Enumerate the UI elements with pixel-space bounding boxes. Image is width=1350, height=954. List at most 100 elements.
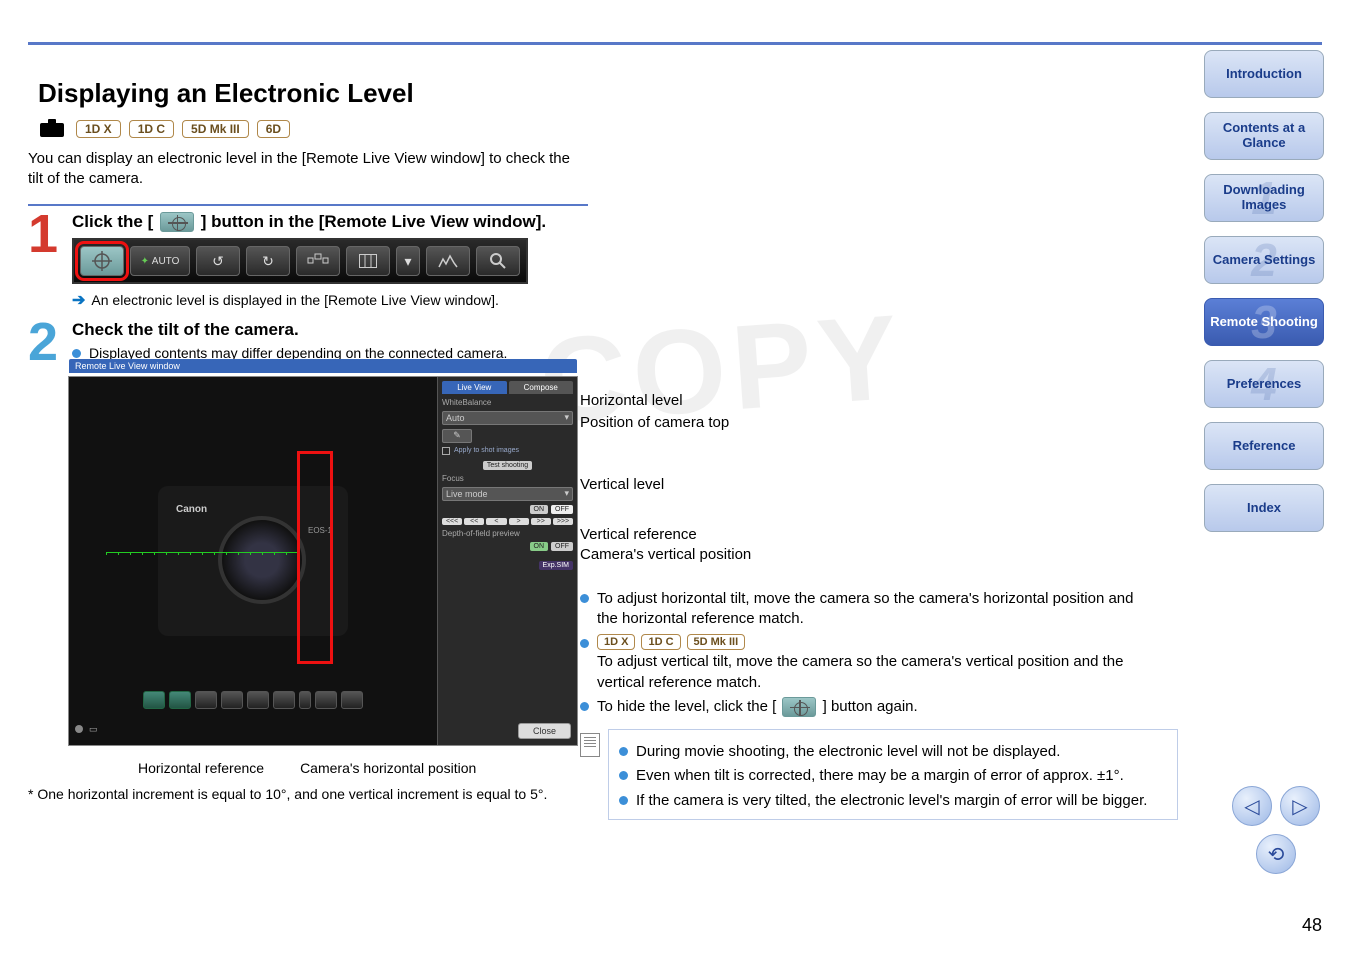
- step-divider: [28, 204, 588, 206]
- auto-button[interactable]: ✦ AUTO: [130, 246, 190, 276]
- arrow-icon: ➔: [72, 290, 85, 310]
- horizontal-level-scale: [106, 543, 297, 563]
- wb-eyedropper[interactable]: ✎: [442, 429, 472, 443]
- bullet-icon: [580, 594, 589, 603]
- nav-index[interactable]: Index: [1204, 484, 1324, 532]
- callout-v-level: Vertical level: [580, 476, 664, 493]
- rotate-cw-button[interactable]: ↻: [246, 246, 290, 276]
- bb-rotate-ccw[interactable]: [195, 691, 217, 709]
- side-nav: Introduction Contents at a Glance 1Downl…: [1204, 50, 1324, 532]
- page-title: Displaying an Electronic Level: [38, 78, 1158, 109]
- grid-button[interactable]: [346, 246, 390, 276]
- bb-grid[interactable]: [273, 691, 295, 709]
- focus-mode-select[interactable]: Live mode▾: [442, 487, 573, 501]
- bb-level[interactable]: [143, 691, 165, 709]
- bullet-icon: [580, 639, 589, 648]
- prev-page-button[interactable]: ◁: [1232, 786, 1272, 826]
- level-icon: [782, 697, 816, 717]
- note-icon: [580, 733, 600, 757]
- tab-compose[interactable]: Compose: [509, 381, 574, 394]
- tip-3-after: ] button again.: [823, 698, 918, 715]
- next-page-button[interactable]: ▷: [1280, 786, 1320, 826]
- focus-step-nav[interactable]: <<<<<<>>>>>>: [442, 518, 573, 525]
- callout-v-ref: Vertical reference: [580, 526, 697, 543]
- tab-live-view[interactable]: Live View: [442, 381, 507, 394]
- page-number: 48: [1302, 915, 1322, 936]
- nav-introduction[interactable]: Introduction: [1204, 50, 1324, 98]
- camera-icon: [38, 119, 68, 139]
- note-2: Even when tilt is corrected, there may b…: [636, 766, 1124, 786]
- window-title: Remote Live View window: [75, 361, 180, 371]
- tip-badge-5dmk3: 5D Mk III: [687, 634, 746, 651]
- camera-brand: Canon: [176, 504, 207, 515]
- bottom-toolbar: [69, 689, 437, 711]
- nav-contents[interactable]: Contents at a Glance: [1204, 112, 1324, 160]
- note-1: During movie shooting, the electronic le…: [636, 742, 1060, 762]
- step-1-result: ➔ An electronic level is displayed in th…: [72, 290, 628, 310]
- page-top-rule: [28, 42, 1322, 45]
- tip-badge-1dc: 1D C: [641, 634, 680, 651]
- histogram-button[interactable]: [426, 246, 470, 276]
- note-3: If the camera is very tilted, the electr…: [636, 791, 1147, 811]
- step-number-1: 1: [28, 212, 64, 311]
- side-panel: Live View Compose WhiteBalance Auto▾ ✎ A…: [437, 377, 577, 745]
- callout-h-level: Horizontal level: [580, 392, 683, 409]
- bb-awb[interactable]: [169, 691, 191, 709]
- wb-label: WhiteBalance: [442, 398, 573, 407]
- caption-cam-h-pos: Camera's horizontal position: [300, 760, 476, 778]
- exp-sim-badge: Exp.SIM: [539, 561, 573, 570]
- nav-remote-shooting[interactable]: 3Remote Shooting: [1204, 298, 1324, 346]
- electronic-level-button[interactable]: [80, 246, 124, 276]
- bullet-icon: [619, 747, 628, 756]
- tip-3-before: To hide the level, click the [: [597, 698, 776, 715]
- camera-badge-1dc: 1D C: [129, 120, 174, 138]
- intro-text: You can display an electronic level in t…: [28, 149, 588, 190]
- tip-2-group: 1D X 1D C 5D Mk III To adjust vertical t…: [597, 634, 1150, 693]
- callout-cam-v-pos: Camera's vertical position: [580, 546, 751, 563]
- nav-downloading[interactable]: 1Downloading Images: [1204, 174, 1324, 222]
- nav-preferences[interactable]: 4Preferences: [1204, 360, 1324, 408]
- wb-select[interactable]: Auto▾: [442, 411, 573, 425]
- page-nav: ◁ ▷ ⟲: [1232, 786, 1320, 874]
- rotate-ccw-button[interactable]: ↺: [196, 246, 240, 276]
- grid-dropdown[interactable]: ▾: [396, 246, 420, 276]
- apply-label: Apply to shot images: [454, 447, 519, 454]
- close-button[interactable]: Close: [518, 723, 571, 739]
- back-button[interactable]: ⟲: [1256, 834, 1296, 874]
- tip-3: To hide the level, click the [ ] button …: [597, 697, 918, 717]
- step-1: 1 Click the [ ] button in the [Remote Li…: [28, 212, 628, 311]
- bb-aspect[interactable]: [247, 691, 269, 709]
- camera-badge-6d: 6D: [257, 120, 290, 138]
- bullet-icon: [72, 349, 81, 358]
- bb-rotate-cw[interactable]: [221, 691, 243, 709]
- tip-1: To adjust horizontal tilt, move the came…: [597, 589, 1150, 630]
- card-icon: ▭: [89, 724, 98, 735]
- bb-zoom[interactable]: [341, 691, 363, 709]
- focus-off[interactable]: OFF: [551, 505, 573, 514]
- applicable-cameras: 1D X 1D C 5D Mk III 6D: [38, 119, 1158, 139]
- bb-hist[interactable]: [315, 691, 337, 709]
- aspect-button[interactable]: [296, 246, 340, 276]
- step-1-title-after: ] button in the [Remote Live View window…: [201, 212, 546, 231]
- increment-footnote: * One horizontal increment is equal to 1…: [28, 785, 598, 804]
- dof-off[interactable]: OFF: [551, 542, 573, 551]
- nav-camera-settings[interactable]: 2Camera Settings: [1204, 236, 1324, 284]
- test-shooting-button[interactable]: Test shooting: [483, 461, 532, 470]
- apply-checkbox[interactable]: [442, 447, 450, 455]
- live-view-toolbar: ✦ AUTO ↺ ↻ ▾: [72, 238, 528, 284]
- callout-cam-top: Position of camera top: [580, 414, 729, 431]
- dof-label: Depth-of-field preview: [442, 529, 573, 538]
- window-titlebar: Remote Live View window: [69, 359, 577, 373]
- dof-on[interactable]: ON: [530, 542, 549, 551]
- notes-box: During movie shooting, the electronic le…: [608, 729, 1178, 820]
- nav-reference[interactable]: Reference: [1204, 422, 1324, 470]
- vertical-level-highlight: [297, 451, 333, 664]
- bb-grid-dd[interactable]: [299, 691, 311, 709]
- tip-2: To adjust vertical tilt, move the camera…: [597, 653, 1123, 690]
- step-1-title: Click the [ ] button in the [Remote Live…: [72, 212, 628, 233]
- focus-on[interactable]: ON: [530, 505, 549, 514]
- zoom-button[interactable]: [476, 246, 520, 276]
- tips-section: To adjust horizontal tilt, move the came…: [580, 585, 1150, 820]
- step-2-title: Check the tilt of the camera.: [72, 320, 628, 340]
- live-view-screenshot: Remote Live View window Canon EOS-1 Live…: [68, 376, 578, 746]
